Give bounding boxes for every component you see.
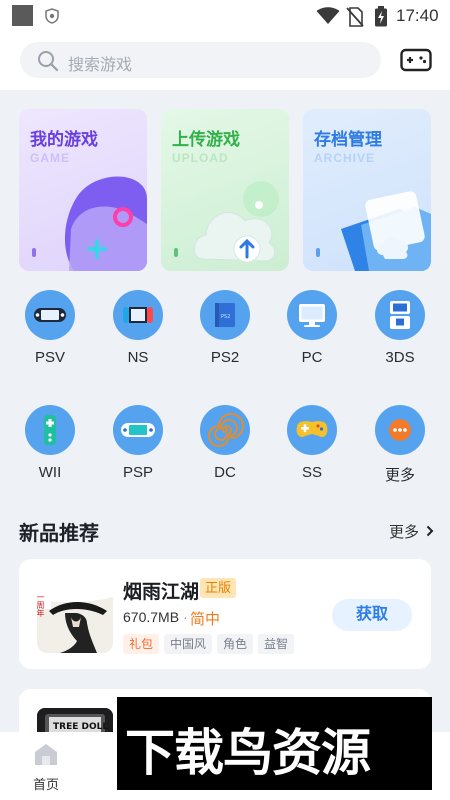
platform-label: 更多 <box>384 467 415 484</box>
platform-label: NS <box>127 349 149 366</box>
home-icon[interactable] <box>33 741 59 767</box>
card-archive[interactable]: 存档管理 ARCHIVE <box>303 109 431 271</box>
wii-remote-icon <box>44 415 56 445</box>
search-icon <box>38 51 59 72</box>
card-indicator <box>32 248 36 257</box>
psv-console-icon <box>34 308 66 322</box>
game-tags: 礼包 中国风 角色 益智 <box>123 634 295 654</box>
section-title: 新品推荐 <box>19 523 99 545</box>
game-artwork: 一周年 <box>37 577 113 653</box>
platform-label: SS <box>301 464 322 481</box>
platform-label: WII <box>38 464 62 481</box>
platform-label: DC <box>214 464 236 481</box>
saturn-controller-icon <box>296 421 328 437</box>
chevron-right-icon <box>426 525 434 537</box>
platform-label: PSV <box>34 349 65 366</box>
card-upload[interactable]: 上传游戏 UPLOAD <box>161 109 289 271</box>
card-title: 存档管理 <box>314 130 382 149</box>
3ds-console-icon <box>390 301 410 329</box>
switch-console-icon <box>123 307 153 323</box>
app-notification-icon <box>12 5 33 26</box>
game-title: 烟雨江湖 <box>123 582 200 603</box>
svg-text:PS2: PS2 <box>221 314 230 320</box>
tag-gift: 礼包 <box>123 634 160 654</box>
platform-label: 3DS <box>385 349 415 366</box>
card-indicator <box>174 248 178 257</box>
watermark-banner: 下载鸟资源 <box>117 697 432 790</box>
game-size: 670.7MB <box>123 609 180 625</box>
platform-psv[interactable]: PSV <box>15 290 85 366</box>
official-badge: 正版 <box>200 578 237 598</box>
platform-label: PC <box>301 349 323 366</box>
monitor-icon <box>299 304 325 327</box>
thumb-text: TREE DOLL <box>53 722 108 732</box>
platform-psp[interactable]: PSP <box>103 405 173 481</box>
platform-label: PSP <box>122 464 153 481</box>
wifi-icon <box>316 7 340 24</box>
game-card[interactable]: 一周年 烟雨江湖 正版 670.7MB · 简中 礼包 中国风 角色 益智 获取 <box>19 559 431 669</box>
shield-icon <box>45 8 59 24</box>
card-my-games[interactable]: 我的游戏 GAME <box>19 109 147 271</box>
section-more-link[interactable]: 更多 <box>389 521 434 542</box>
card-indicator <box>316 248 320 257</box>
game-language: 简中 <box>190 611 221 628</box>
card-subtitle: UPLOAD <box>172 151 229 165</box>
psp-console-icon <box>121 423 155 437</box>
meta-separator: · <box>183 609 188 625</box>
platform-3ds[interactable]: 3DS <box>365 290 435 366</box>
more-label: 更多 <box>389 524 420 541</box>
tag: 益智 <box>258 634 295 654</box>
card-title: 上传游戏 <box>172 130 240 149</box>
platform-ps2[interactable]: PS2 PS2 <box>190 290 260 366</box>
status-bar: 17:40 <box>0 0 450 32</box>
card-subtitle: GAME <box>30 151 70 165</box>
no-sim-icon <box>346 7 364 27</box>
thumb-text: 一周年 <box>37 593 45 618</box>
card-subtitle: ARCHIVE <box>314 151 376 165</box>
get-button[interactable]: 获取 <box>332 599 412 631</box>
more-icon <box>389 419 411 441</box>
search-input[interactable]: 搜索游戏 <box>20 42 381 78</box>
platform-pc[interactable]: PC <box>277 290 347 366</box>
platform-label: PS2 <box>210 349 240 366</box>
platform-wii[interactable]: WII <box>15 405 85 481</box>
platform-ss[interactable]: SS <box>277 405 347 481</box>
tag: 角色 <box>217 634 254 654</box>
game-thumbnail: 一周年 <box>37 577 113 653</box>
dreamcast-icon <box>208 413 244 447</box>
ps2-console-icon: PS2 <box>215 303 235 327</box>
header: 搜索游戏 <box>0 32 450 90</box>
battery-icon <box>375 6 387 27</box>
platform-more[interactable]: 更多 <box>365 405 435 485</box>
gamepad-icon[interactable] <box>400 48 432 72</box>
nav-home-label[interactable]: 首页 <box>33 774 59 793</box>
tag: 中国风 <box>164 634 213 654</box>
status-time: 17:40 <box>396 6 439 25</box>
watermark-text: 下载鸟资源 <box>125 725 371 781</box>
platform-ns[interactable]: NS <box>103 290 173 366</box>
platform-dc[interactable]: DC <box>190 405 260 481</box>
card-title: 我的游戏 <box>30 130 98 149</box>
search-placeholder: 搜索游戏 <box>68 57 133 74</box>
